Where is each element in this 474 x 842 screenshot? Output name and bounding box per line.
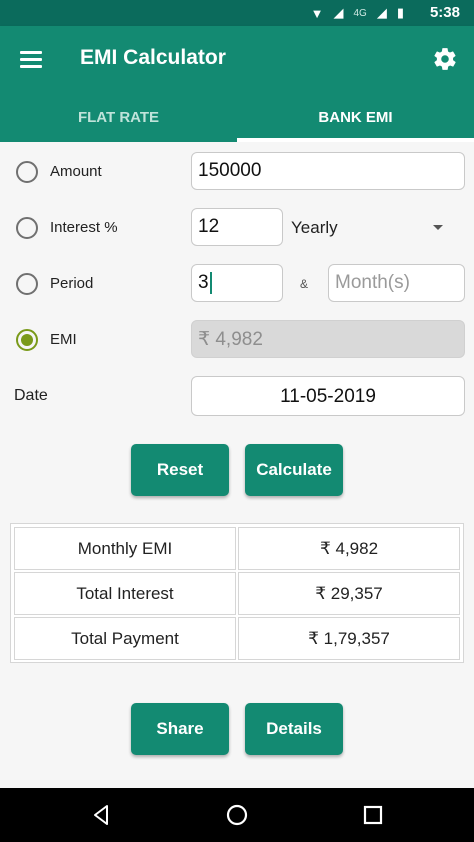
monthly-emi-label: Monthly EMI — [14, 527, 236, 570]
main-content: Amount 150000 Interest % 12 Yearly Perio… — [0, 142, 474, 788]
details-button[interactable]: Details — [245, 703, 343, 755]
period-label: Period — [50, 275, 94, 292]
tab-bank-emi[interactable]: BANK EMI — [237, 98, 474, 142]
period-value: 3 — [198, 272, 209, 293]
home-icon[interactable] — [225, 803, 249, 827]
amount-radio[interactable] — [16, 161, 38, 183]
app-bar: EMI Calculator FLAT RATE BANK EMI — [0, 26, 474, 142]
menu-icon[interactable] — [20, 51, 42, 68]
interest-period-select[interactable]: Yearly — [291, 218, 338, 238]
app-title: EMI Calculator — [80, 46, 226, 69]
amount-input[interactable]: 150000 — [191, 152, 465, 190]
status-icons: ▼ ◢ 4G ◢ ▮ — [311, 5, 404, 21]
network-type: 4G — [353, 7, 367, 19]
emi-value: ₹ 4,982 — [198, 328, 263, 350]
interest-value: 12 — [198, 216, 220, 237]
emi-radio[interactable] — [16, 329, 38, 351]
text-cursor — [209, 272, 212, 294]
monthly-emi-value: ₹ 4,982 — [238, 527, 460, 570]
tab-bar: FLAT RATE BANK EMI — [0, 98, 474, 142]
battery-icon: ▮ — [396, 5, 404, 20]
table-row: Monthly EMI ₹ 4,982 — [13, 526, 461, 571]
total-interest-value: ₹ 29,357 — [238, 572, 460, 615]
recents-icon[interactable] — [361, 803, 385, 827]
results-table: Monthly EMI ₹ 4,982 Total Interest ₹ 29,… — [10, 523, 464, 663]
reset-button[interactable]: Reset — [131, 444, 229, 496]
share-button[interactable]: Share — [131, 703, 229, 755]
total-interest-label: Total Interest — [14, 572, 236, 615]
tab-flat-rate[interactable]: FLAT RATE — [0, 98, 237, 142]
table-row: Total Interest ₹ 29,357 — [13, 571, 461, 616]
system-nav-bar — [0, 788, 474, 842]
period-months-input[interactable]: Month(s) — [328, 264, 465, 302]
total-payment-label: Total Payment — [14, 617, 236, 660]
months-placeholder: Month(s) — [335, 272, 410, 293]
signal-strength-icon: ◢ — [376, 5, 387, 20]
interest-input[interactable]: 12 — [191, 208, 283, 246]
status-time: 5:38 — [429, 4, 460, 21]
period-radio[interactable] — [16, 273, 38, 295]
period-years-input[interactable]: 3 — [191, 264, 283, 302]
table-row: Total Payment ₹ 1,79,357 — [13, 616, 461, 661]
emi-input: ₹ 4,982 — [191, 320, 465, 358]
interest-label: Interest % — [50, 219, 118, 236]
wifi-icon: ▼ — [310, 5, 324, 21]
gear-icon[interactable] — [432, 46, 458, 72]
date-picker[interactable]: 11-05-2019 — [191, 376, 465, 416]
date-label: Date — [14, 387, 48, 404]
period-separator: & — [300, 277, 309, 291]
amount-value: 150000 — [198, 160, 262, 181]
interest-radio[interactable] — [16, 217, 38, 239]
amount-label: Amount — [50, 163, 102, 180]
calculate-button[interactable]: Calculate — [245, 444, 343, 496]
status-bar: ▼ ◢ 4G ◢ ▮ 5:38 — [0, 0, 474, 26]
signal-icon: ◢ — [333, 5, 344, 20]
chevron-down-icon[interactable] — [433, 225, 443, 230]
total-payment-value: ₹ 1,79,357 — [238, 617, 460, 660]
emi-label: EMI — [50, 331, 77, 348]
back-icon[interactable] — [90, 803, 114, 827]
